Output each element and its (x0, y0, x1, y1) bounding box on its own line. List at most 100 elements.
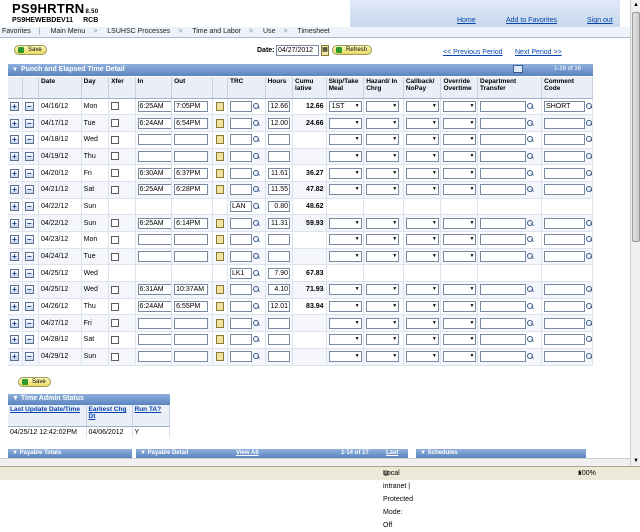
hazard-select[interactable] (366, 184, 400, 196)
xfer-checkbox[interactable] (111, 169, 120, 178)
punch-in-input[interactable] (137, 134, 171, 146)
skip-take-meal-select[interactable] (328, 301, 362, 313)
trc-input[interactable] (230, 184, 252, 196)
delete-row-icon[interactable]: − (24, 252, 34, 262)
callback-select[interactable] (405, 301, 439, 313)
comment-code-input[interactable] (544, 284, 586, 296)
skip-take-meal-select[interactable] (328, 134, 362, 146)
punch-in-input[interactable]: 6:24AM (137, 117, 171, 129)
scroll-down-icon[interactable]: ▼ (631, 456, 640, 466)
dept-transfer-input[interactable] (480, 167, 527, 179)
hazard-select[interactable] (366, 217, 400, 229)
punch-in-input[interactable]: 6:25AM (137, 100, 171, 112)
trc-input[interactable] (230, 117, 252, 129)
xfer-checkbox[interactable] (111, 185, 120, 194)
hazard-select[interactable] (366, 134, 400, 146)
override-overtime-select[interactable] (443, 134, 477, 146)
run-ta-header[interactable]: Run TA? (132, 405, 170, 427)
delete-row-icon[interactable]: − (24, 268, 34, 278)
trc-input[interactable] (230, 167, 252, 179)
trc-lookup-icon[interactable] (253, 336, 260, 343)
dept-transfer-input[interactable] (480, 117, 527, 129)
delete-row-icon[interactable]: − (24, 168, 34, 178)
callback-select[interactable] (405, 334, 439, 346)
comment-code-input[interactable] (544, 134, 586, 146)
trc-lookup-icon[interactable] (253, 186, 260, 193)
xfer-checkbox[interactable] (111, 102, 120, 111)
dept-lookup-icon[interactable] (527, 353, 534, 360)
punch-detail-icon[interactable] (215, 285, 224, 295)
punch-in-input[interactable]: 6:24AM (137, 301, 171, 313)
trc-lookup-icon[interactable] (253, 303, 260, 310)
xfer-checkbox[interactable] (111, 302, 120, 311)
callback-select[interactable] (405, 117, 439, 129)
scroll-thumb[interactable] (632, 12, 640, 242)
trc-input[interactable] (230, 217, 252, 229)
dept-lookup-icon[interactable] (527, 136, 534, 143)
punch-in-input[interactable] (137, 234, 171, 246)
crumb-use[interactable]: Use (263, 28, 275, 35)
override-overtime-select[interactable] (443, 251, 477, 263)
skip-take-meal-select[interactable]: 1ST (328, 100, 362, 112)
crumb-lsuhsc[interactable]: LSUHSC Processes (107, 28, 170, 35)
punch-out-input[interactable] (174, 234, 209, 246)
hazard-select[interactable] (366, 251, 400, 263)
comment-lookup-icon[interactable] (586, 219, 592, 227)
xfer-checkbox[interactable] (111, 319, 120, 328)
add-row-icon[interactable]: + (10, 302, 19, 312)
delete-row-icon[interactable]: − (24, 235, 34, 245)
trc-lookup-icon[interactable] (253, 136, 260, 143)
payable-detail-header[interactable]: ▼ Payable Detail View All 1-14 of 17 Last (136, 449, 408, 458)
trc-lookup-icon[interactable] (253, 102, 260, 110)
dept-transfer-input[interactable] (480, 150, 527, 162)
trc-lookup-icon[interactable] (253, 152, 260, 160)
punch-in-input[interactable]: 6:25AM (137, 184, 171, 196)
dept-lookup-icon[interactable] (527, 119, 534, 127)
trc-lookup-icon[interactable] (253, 236, 260, 243)
xfer-checkbox[interactable] (111, 235, 120, 244)
dept-lookup-icon[interactable] (527, 102, 534, 110)
punch-out-input[interactable]: 6:37PM (174, 167, 209, 179)
scroll-up-icon[interactable]: ▲ (631, 0, 640, 10)
collapse-icon[interactable]: ▼ (12, 67, 18, 73)
add-row-icon[interactable]: + (10, 335, 19, 345)
callback-select[interactable] (405, 150, 439, 162)
comment-code-input[interactable] (544, 351, 586, 363)
hazard-select[interactable] (366, 100, 400, 112)
dept-transfer-input[interactable] (480, 334, 527, 346)
schedules-header[interactable]: ▼ Schedules (416, 449, 586, 458)
xfer-checkbox[interactable] (111, 285, 120, 294)
punch-detail-icon[interactable] (215, 335, 224, 345)
punch-out-input[interactable]: 6:28PM (174, 184, 209, 196)
delete-row-icon[interactable]: − (24, 118, 34, 128)
comment-code-input[interactable] (544, 334, 586, 346)
override-overtime-select[interactable] (443, 284, 477, 296)
xfer-checkbox[interactable] (111, 335, 120, 344)
view-all-link[interactable]: View All (236, 449, 259, 458)
delete-row-icon[interactable]: − (24, 101, 34, 111)
callback-select[interactable] (405, 100, 439, 112)
add-row-icon[interactable]: + (10, 168, 19, 178)
dept-lookup-icon[interactable] (527, 336, 534, 343)
delete-row-icon[interactable]: − (24, 352, 34, 362)
previous-period-link[interactable]: << Previous Period (443, 49, 503, 56)
comment-lookup-icon[interactable] (586, 152, 592, 160)
punch-out-input[interactable]: 6:54PM (174, 117, 209, 129)
delete-row-icon[interactable]: − (24, 285, 34, 295)
trc-input[interactable] (230, 301, 252, 313)
dept-lookup-icon[interactable] (527, 319, 534, 327)
delete-row-icon[interactable]: − (24, 151, 34, 161)
hazard-select[interactable] (366, 150, 400, 162)
punch-out-input[interactable] (174, 150, 209, 162)
punch-out-input[interactable] (174, 334, 209, 346)
punch-detail-icon[interactable] (215, 135, 224, 145)
punch-in-input[interactable]: 6:30AM (137, 167, 171, 179)
callback-select[interactable] (405, 284, 439, 296)
dept-lookup-icon[interactable] (527, 253, 534, 260)
trc-lookup-icon[interactable] (253, 253, 260, 260)
callback-select[interactable] (405, 317, 439, 329)
trc-lookup-icon[interactable] (253, 353, 260, 360)
override-overtime-select[interactable] (443, 217, 477, 229)
trc-lookup-icon[interactable] (253, 219, 260, 227)
next-period-link[interactable]: Next Period >> (515, 49, 562, 56)
